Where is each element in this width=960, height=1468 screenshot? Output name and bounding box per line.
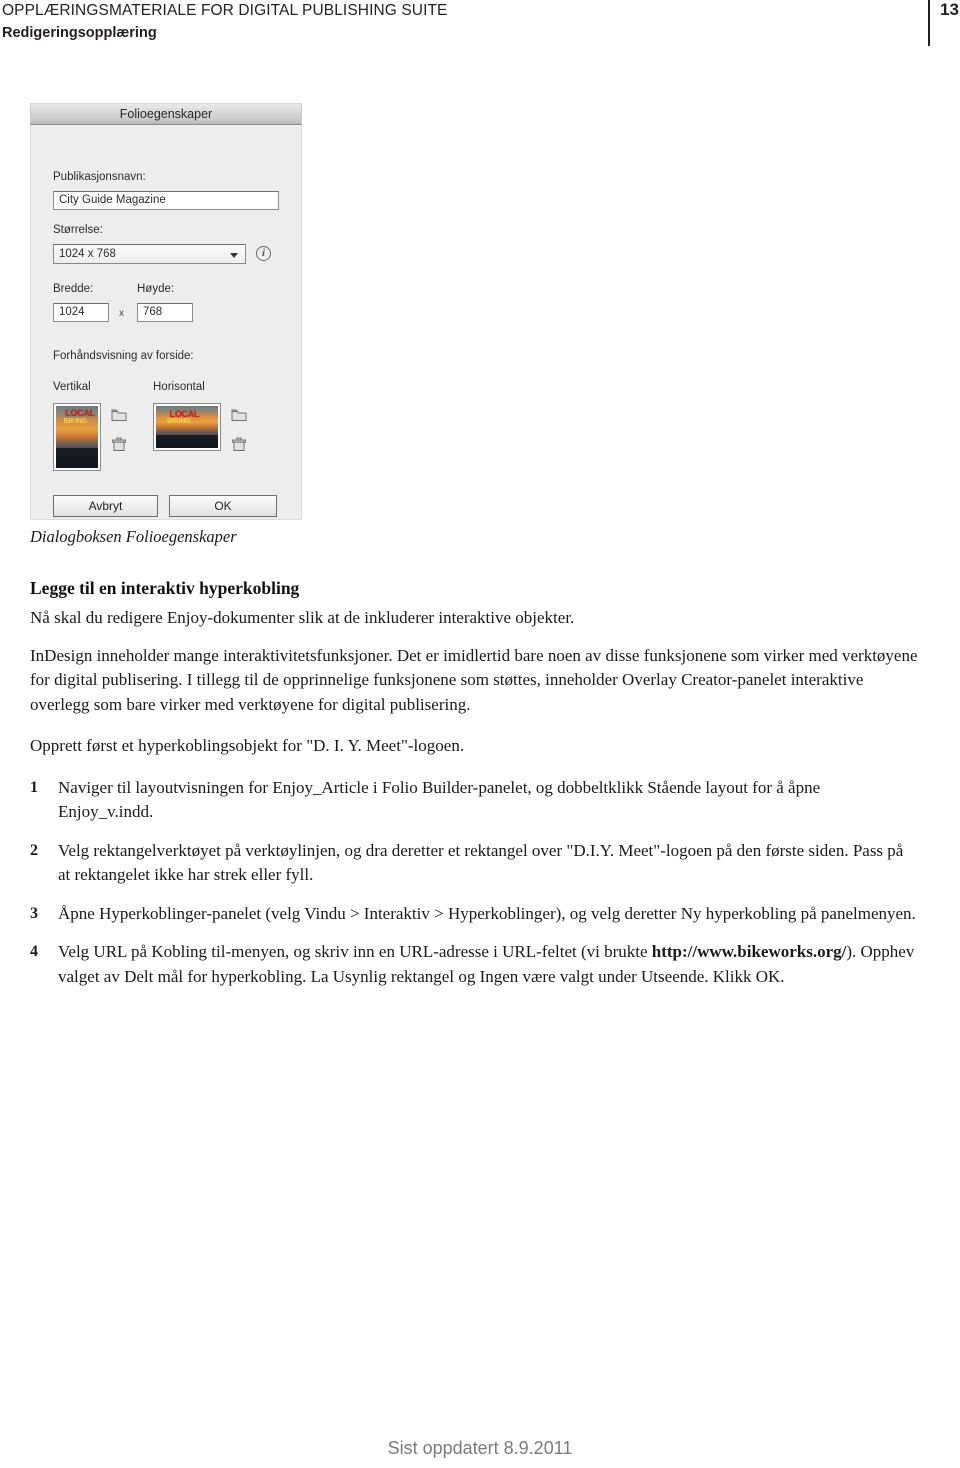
page-number: 13 — [940, 0, 959, 19]
step-number: 2 — [30, 841, 38, 859]
width-label: Bredde: — [53, 283, 94, 295]
cancel-button[interactable]: Avbryt — [53, 495, 158, 517]
size-label: Størrelse: — [53, 224, 103, 236]
height-input[interactable]: 768 — [137, 303, 193, 322]
header-divider-rule — [928, 0, 930, 46]
step-url-text: http://www.bikeworks.org/ — [651, 942, 847, 961]
size-dropdown[interactable]: 1024 x 768 — [53, 244, 246, 264]
list-item: 4 Velg URL på Kobling til-menyen, og skr… — [30, 940, 918, 989]
folder-icon[interactable] — [111, 408, 127, 422]
chevron-down-icon — [230, 253, 238, 258]
cover-preview-label: Forhåndsvisning av forside: — [53, 350, 194, 362]
section-heading: Legge til en interaktiv hyperkobling — [30, 578, 300, 598]
thumbnail-subline-text: BIKING — [63, 418, 88, 426]
step-text: Naviger til layoutvisningen for Enjoy_Ar… — [58, 777, 821, 822]
thumbnail-subline-text: BIKING — [167, 417, 191, 425]
publication-name-input[interactable]: City Guide Magazine — [53, 191, 279, 210]
step-number: 3 — [30, 904, 38, 922]
step-number: 4 — [30, 943, 38, 960]
height-label: Høyde: — [137, 283, 175, 295]
thumbnail-skyline-silhouette — [156, 434, 218, 448]
step-number: 1 — [30, 778, 38, 796]
header-title-secondary: Redigeringsopplæring — [2, 25, 157, 41]
vertical-cover-thumbnail[interactable]: LOCAL BIKING — [53, 403, 101, 471]
folio-properties-dialog-figure: Folioegenskaper Publikasjonsnavn: City G… — [30, 103, 302, 520]
header-title-primary: OPPLÆRINGSMATERIALE FOR DIGITAL PUBLISHI… — [2, 2, 448, 19]
list-item: 1 Naviger til layoutvisningen for Enjoy_… — [30, 776, 918, 825]
step-list: 1 Naviger til layoutvisningen for Enjoy_… — [30, 776, 918, 990]
dialog-title: Folioegenskaper — [119, 107, 213, 121]
publication-name-label: Publikasjonsnavn: — [53, 171, 146, 183]
step-text: Åpne Hyperkoblinger-panelet (velg Vindu … — [58, 903, 916, 923]
list-item: 3 Åpne Hyperkoblinger-panelet (velg Vind… — [30, 902, 918, 927]
ok-button[interactable]: OK — [169, 495, 277, 517]
page-header: OPPLÆRINGSMATERIALE FOR DIGITAL PUBLISHI… — [0, 0, 960, 60]
dialog-body: Publikasjonsnavn: City Guide Magazine St… — [30, 125, 302, 520]
thumbnail-skyline-silhouette — [56, 448, 98, 468]
trash-icon[interactable] — [231, 437, 247, 451]
step-text-before-url: Velg URL på Kobling til-menyen, og skriv… — [58, 942, 652, 961]
multiply-symbol: x — [119, 308, 124, 319]
width-input[interactable]: 1024 — [53, 303, 109, 322]
figure-caption: Dialogboksen Folioegenskaper — [30, 527, 237, 546]
horizontal-label: Horisontal — [153, 381, 205, 393]
vertical-label: Vertikal — [53, 381, 91, 393]
dialog-titlebar: Folioegenskaper — [30, 103, 302, 125]
folder-icon[interactable] — [231, 408, 247, 422]
list-item: 2 Velg rektangelverktøyet på verktøylinj… — [30, 839, 918, 888]
main-content: Legge til en interaktiv hyperkobling Nå … — [30, 578, 918, 1003]
instruction-lead-paragraph: Opprett først et hyperkoblingsobjekt for… — [30, 736, 465, 755]
horizontal-cover-image: LOCAL BIKING — [156, 406, 218, 448]
info-icon[interactable]: i — [256, 246, 271, 261]
thumbnail-headline-text: LOCAL — [65, 408, 95, 419]
step-text: Velg rektangelverktøyet på verktøylinjen… — [58, 840, 904, 885]
intro-paragraph: Nå skal du redigere Enjoy-dokumenter sli… — [30, 608, 575, 627]
vertical-cover-image: LOCAL BIKING — [56, 406, 98, 468]
page-footer: Sist oppdatert 8.9.2011 — [387, 1438, 573, 1458]
size-dropdown-value: 1024 x 768 — [59, 248, 116, 260]
horizontal-cover-thumbnail[interactable]: LOCAL BIKING — [153, 403, 221, 451]
trash-icon[interactable] — [111, 437, 127, 451]
overview-paragraph: InDesign inneholder mange interaktivitet… — [30, 645, 918, 714]
